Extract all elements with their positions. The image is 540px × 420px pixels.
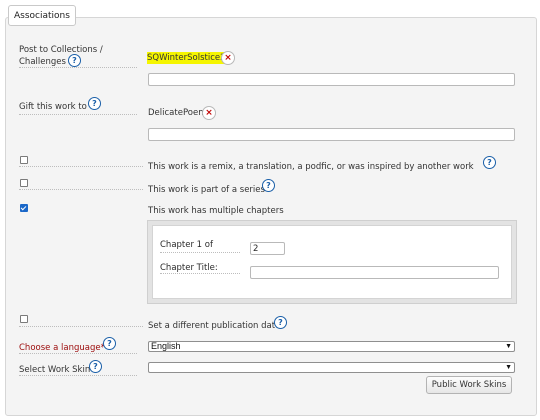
work-skin-select[interactable]: ▼ [148,362,515,373]
remove-gift-icon[interactable]: × [202,106,216,120]
gift-input[interactable] [148,128,515,141]
collections-help-icon[interactable]: ? [68,54,81,67]
public-work-skins-button[interactable]: Public Work Skins [426,376,512,394]
remix-option-label: This work is a remix, a translation, a p… [148,162,474,172]
chapter-of-divider [160,252,240,253]
work-skin-help-icon[interactable]: ? [89,360,102,373]
pubdate-help-icon[interactable]: ? [274,316,287,329]
collection-tag: SQWinterSolstice2 [147,52,226,64]
language-selected: English [151,341,181,351]
language-help-icon[interactable]: ? [103,337,116,350]
work-skin-chevron-down-icon: ▼ [505,364,512,371]
work-skin-divider [19,375,137,376]
series-divider [19,189,143,190]
chapter-title-divider [160,273,240,274]
chapter-title-input[interactable] [250,266,499,279]
series-checkbox[interactable] [20,179,28,187]
remix-checkbox[interactable] [20,156,28,164]
gift-help-icon[interactable]: ? [88,97,101,110]
chapter-of-label: Chapter 1 of [160,240,213,250]
collections-label-line1: Post to Collections / [19,45,103,55]
language-select[interactable]: English ▼ [148,341,515,352]
gift-label: Gift this work to [19,102,87,112]
multiple-chapters-checkbox[interactable] [20,204,28,212]
gift-divider [19,114,137,115]
chapter-total-input[interactable]: 2 [250,242,285,255]
publication-date-label: Set a different publication date [148,321,281,331]
language-chevron-down-icon: ▼ [505,343,512,350]
collections-label: Post to Collections / Challenges [19,44,103,68]
series-option-label: This work is part of a series [148,185,265,195]
remove-collection-icon[interactable]: × [221,51,235,65]
remix-divider [19,166,143,167]
publication-date-checkbox[interactable] [20,315,28,323]
series-help-icon[interactable]: ? [262,179,275,192]
collections-divider [19,67,137,68]
collections-input[interactable] [148,73,515,86]
language-divider [19,353,137,354]
multiple-chapters-label: This work has multiple chapters [148,206,284,216]
associations-legend: Associations [8,5,76,26]
collections-label-line2: Challenges [19,57,66,67]
remix-help-icon[interactable]: ? [483,156,496,169]
pubdate-divider [19,326,143,327]
gift-recipient-tag: DelicatePoem [148,108,207,118]
